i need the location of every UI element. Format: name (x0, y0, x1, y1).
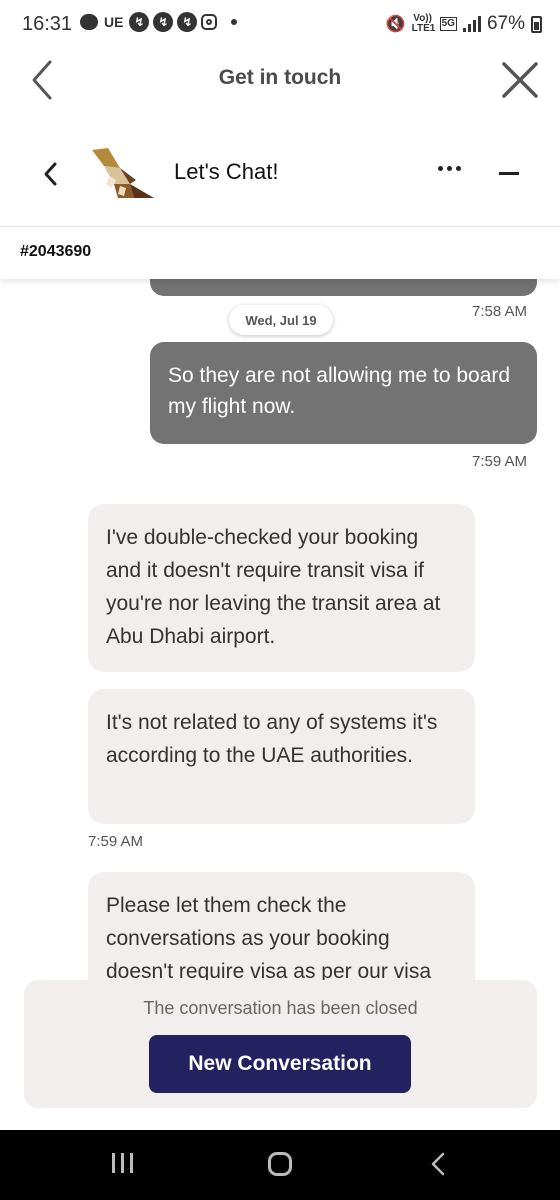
home-icon[interactable] (268, 1152, 292, 1176)
minimize-icon[interactable] (499, 172, 519, 175)
message-timestamp: 7:59 AM (472, 453, 528, 470)
chat-back-icon[interactable] (40, 160, 62, 188)
new-conversation-button[interactable]: New Conversation (149, 1035, 411, 1093)
notification-icons: UE ↯ ↯ ↯ (80, 12, 238, 32)
more-notifications-dot-icon (231, 19, 238, 25)
app-notification-icon: ↯ (153, 12, 174, 32)
mute-icon: 🔇 (385, 16, 406, 33)
battery-percent: 67% (486, 13, 525, 34)
date-separator: Wed, Jul 19 (229, 305, 333, 335)
chat-header (0, 128, 560, 226)
incoming-message: I've double-checked your booking and it … (88, 504, 475, 672)
incoming-message: It's not related to any of systems it's … (88, 689, 475, 824)
message-timestamp: 7:59 AM (88, 833, 144, 850)
close-icon[interactable] (500, 60, 540, 100)
system-back-icon[interactable] (428, 1150, 448, 1178)
ticket-id: #2043690 (20, 243, 92, 260)
network-type-label: 5G (439, 17, 457, 31)
message-icon (80, 14, 98, 30)
app-notification-icon: ↯ (129, 12, 150, 32)
status-right-icons: 🔇 Vo)) LTE1 5G 67% (386, 13, 542, 35)
status-time: 16:31 (22, 13, 73, 35)
signal-icon (462, 16, 481, 32)
airline-logo (92, 148, 154, 198)
message-timestamp: 7:58 AM (472, 303, 528, 320)
recents-icon[interactable] (112, 1153, 133, 1173)
instagram-icon (201, 14, 218, 30)
status-ue-label: UE (104, 14, 124, 30)
volte-label: Vo)) LTE1 (411, 13, 436, 34)
conversation-closed-text: The conversation has been closed (143, 998, 418, 1018)
app-notification-icon: ↯ (177, 12, 198, 32)
chat-title: Let's Chat! (174, 159, 279, 184)
battery-icon (531, 15, 542, 33)
page-title: Get in touch (218, 66, 342, 89)
outgoing-message: So they are not allowing me to board my … (150, 342, 537, 444)
more-icon[interactable] (438, 166, 461, 171)
